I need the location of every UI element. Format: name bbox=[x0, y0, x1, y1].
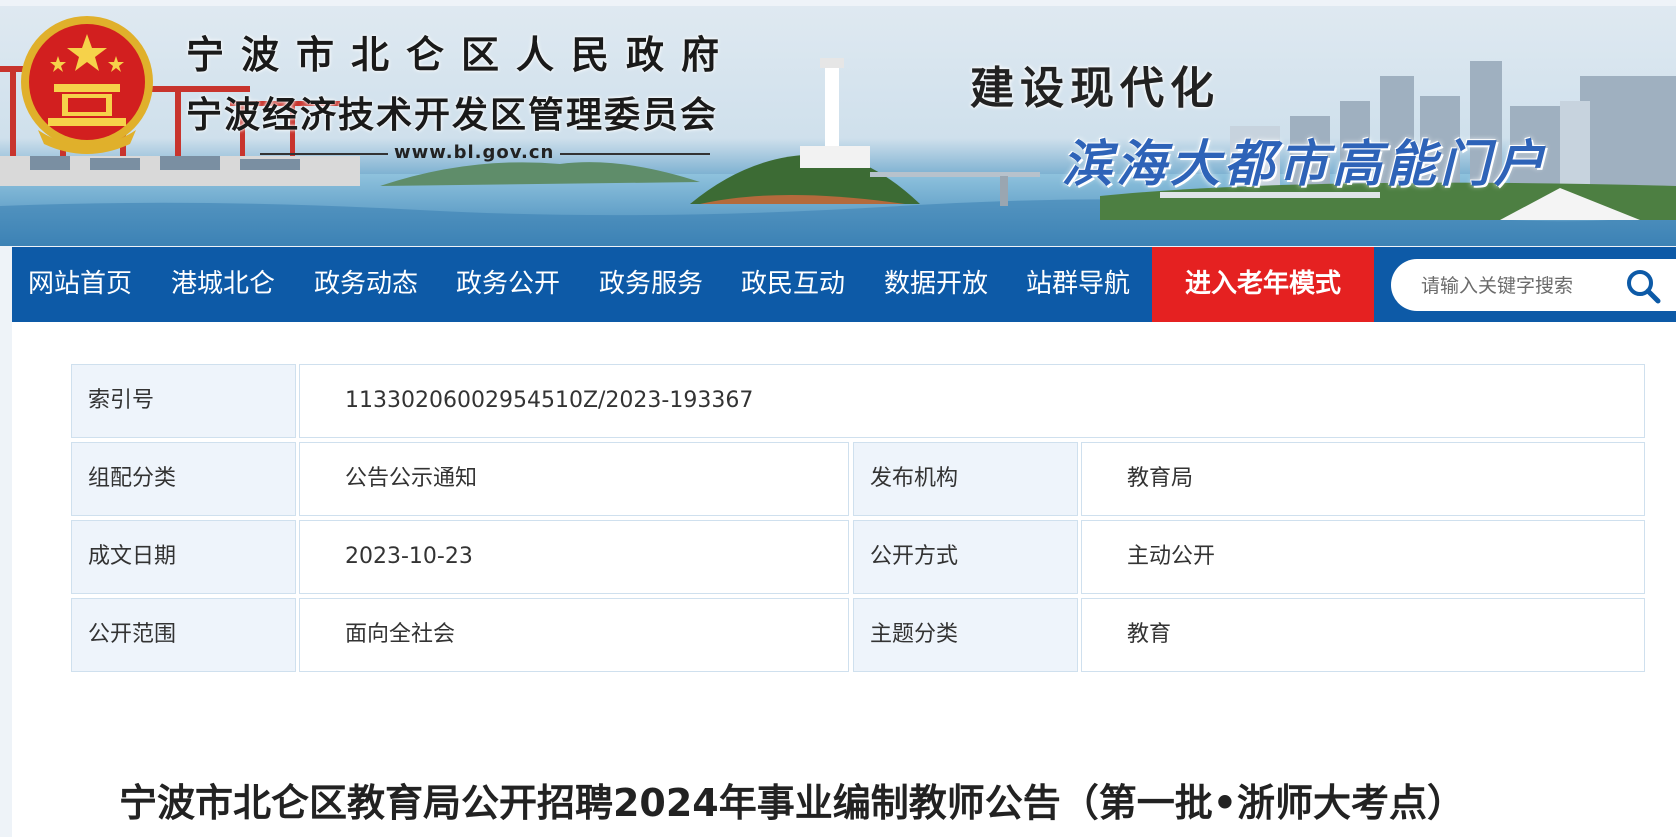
nav-item-gov-disclosure[interactable]: 政务公开 bbox=[456, 247, 560, 322]
search-box bbox=[1391, 259, 1676, 311]
site-title-line1: 宁波市北仑区人民政府 bbox=[186, 32, 737, 77]
slogan-secondary: 滨海大都市高能门户 bbox=[1062, 134, 1548, 193]
meta-label-scope: 公开范围 bbox=[71, 598, 296, 672]
meta-label-open-mode: 公开方式 bbox=[853, 520, 1078, 594]
nav-item-interaction[interactable]: 政民互动 bbox=[741, 247, 845, 322]
meta-value-scope: 面向全社会 bbox=[299, 598, 849, 672]
main-nav: 网站首页 港城北仑 政务动态 政务公开 政务服务 政民互动 数据开放 站群导航 … bbox=[12, 247, 1676, 322]
search-input[interactable] bbox=[1419, 269, 1623, 303]
meta-label-date: 成文日期 bbox=[71, 520, 296, 594]
url-divider-right bbox=[560, 153, 710, 155]
content-panel: 索引号 11330206002954510Z/2023-193367 组配分类 … bbox=[12, 322, 1676, 837]
url-divider-left bbox=[260, 153, 388, 155]
search-icon[interactable] bbox=[1625, 268, 1661, 304]
nav-item-gov-news[interactable]: 政务动态 bbox=[314, 247, 418, 322]
meta-label-index: 索引号 bbox=[71, 364, 296, 438]
nav-item-port-city[interactable]: 港城北仑 bbox=[171, 247, 275, 322]
slogan-primary: 建设现代化 bbox=[970, 63, 1220, 114]
meta-label-category: 组配分类 bbox=[71, 442, 296, 516]
nav-item-home[interactable]: 网站首页 bbox=[28, 247, 132, 322]
site-banner: 宁波市北仑区人民政府 宁波经济技术开发区管理委员会 www.bl.gov.cn … bbox=[0, 6, 1676, 246]
site-url: www.bl.gov.cn bbox=[394, 142, 555, 163]
meta-value-index: 11330206002954510Z/2023-193367 bbox=[299, 364, 1645, 438]
meta-value-topic: 教育 bbox=[1081, 598, 1645, 672]
meta-value-category: 公告公示通知 bbox=[299, 442, 849, 516]
national-emblem-icon bbox=[21, 16, 153, 154]
nav-item-open-data[interactable]: 数据开放 bbox=[884, 247, 988, 322]
elder-mode-button[interactable]: 进入老年模式 bbox=[1152, 247, 1374, 322]
meta-value-date: 2023-10-23 bbox=[299, 520, 849, 594]
nav-item-site-nav[interactable]: 站群导航 bbox=[1026, 247, 1130, 322]
meta-label-publisher: 发布机构 bbox=[853, 442, 1078, 516]
nav-item-gov-service[interactable]: 政务服务 bbox=[599, 247, 703, 322]
meta-label-topic: 主题分类 bbox=[853, 598, 1078, 672]
page: 宁波市北仑区人民政府 宁波经济技术开发区管理委员会 www.bl.gov.cn … bbox=[0, 0, 1676, 837]
meta-value-publisher: 教育局 bbox=[1081, 442, 1645, 516]
article-title: 宁波市北仑区教育局公开招聘2024年事业编制教师公告（第一批•浙师大考点） bbox=[118, 781, 1466, 825]
meta-value-open-mode: 主动公开 bbox=[1081, 520, 1645, 594]
site-title-line2: 宁波经济技术开发区管理委员会 bbox=[186, 94, 719, 136]
